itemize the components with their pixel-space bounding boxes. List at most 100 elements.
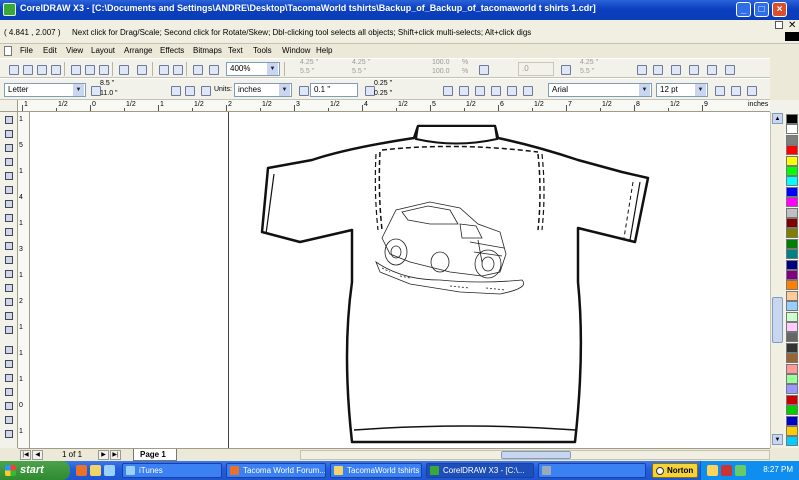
snap-guides-icon[interactable] bbox=[456, 83, 470, 97]
fill-tool-icon[interactable] bbox=[3, 310, 15, 322]
palette-swatch[interactable] bbox=[786, 249, 798, 260]
vertical-scroll-thumb[interactable] bbox=[772, 297, 783, 343]
paper-height-field[interactable]: 11.0 " bbox=[100, 90, 118, 97]
redo-icon[interactable] bbox=[134, 62, 148, 76]
palette-swatch[interactable] bbox=[786, 301, 798, 312]
palette-swatch[interactable] bbox=[786, 218, 798, 228]
convert-curves-icon[interactable] bbox=[722, 62, 736, 76]
palette-swatch[interactable] bbox=[786, 363, 798, 374]
start-button[interactable]: start bbox=[0, 461, 70, 480]
interactive-blend-tool-icon[interactable] bbox=[3, 268, 15, 280]
tab-page-1[interactable]: Page 1 bbox=[133, 449, 177, 461]
paste-icon[interactable] bbox=[96, 62, 110, 76]
menu-window[interactable]: Window bbox=[282, 46, 310, 55]
font-size-select[interactable]: 12 pt bbox=[656, 83, 708, 97]
palette-swatch[interactable] bbox=[786, 176, 798, 187]
palette-swatch[interactable] bbox=[786, 311, 798, 322]
bold-button[interactable] bbox=[712, 83, 726, 97]
snap-grid-icon[interactable] bbox=[440, 83, 454, 97]
save-icon[interactable] bbox=[34, 62, 48, 76]
import-icon[interactable] bbox=[156, 62, 170, 76]
task-coreldraw[interactable]: CorelDRAW X3 - [C:\... bbox=[426, 463, 534, 478]
options-icon[interactable] bbox=[520, 83, 534, 97]
cut-icon[interactable] bbox=[68, 62, 82, 76]
snap-objects-icon[interactable] bbox=[472, 83, 486, 97]
eyedropper-tool-icon[interactable] bbox=[3, 282, 15, 294]
app-launcher-icon[interactable] bbox=[190, 62, 204, 76]
zoom-width-icon[interactable] bbox=[3, 414, 15, 426]
smart-fill-tool-icon[interactable] bbox=[3, 184, 15, 196]
task-tacoma-forum[interactable]: Tacoma World Forum... bbox=[226, 463, 326, 478]
print-icon[interactable] bbox=[48, 62, 62, 76]
treat-as-filled-icon[interactable] bbox=[504, 83, 518, 97]
menu-view[interactable]: View bbox=[66, 46, 83, 55]
palette-swatch[interactable] bbox=[786, 394, 798, 405]
new-icon[interactable] bbox=[6, 62, 20, 76]
doc-close-icon[interactable]: ✕ bbox=[788, 21, 796, 31]
shape-tool-icon[interactable] bbox=[3, 128, 15, 140]
vertical-ruler[interactable]: 1 5 1 4 1 3 1 2 1 1 1 0 1 bbox=[18, 112, 30, 448]
close-button[interactable]: × bbox=[772, 2, 787, 17]
underline-button[interactable] bbox=[744, 83, 758, 97]
menu-arrange[interactable]: Arrange bbox=[124, 46, 152, 55]
zoom-out-icon[interactable] bbox=[3, 358, 15, 370]
tray-icon-3[interactable] bbox=[735, 465, 746, 476]
freehand-tool-icon[interactable] bbox=[3, 170, 15, 182]
quicklaunch-firefox-icon[interactable] bbox=[76, 465, 87, 476]
palette-swatch[interactable] bbox=[786, 114, 798, 124]
font-select[interactable]: Arial bbox=[548, 83, 652, 97]
export-icon[interactable] bbox=[170, 62, 184, 76]
ruler-corner[interactable] bbox=[0, 100, 18, 112]
palette-swatch[interactable] bbox=[786, 280, 798, 291]
palette-swatch[interactable] bbox=[786, 155, 798, 166]
maximize-button[interactable]: □ bbox=[754, 2, 769, 17]
tshirt-artwork[interactable] bbox=[30, 112, 770, 448]
zoom-selected-icon[interactable] bbox=[3, 372, 15, 384]
text-tool-icon[interactable] bbox=[3, 254, 15, 266]
horizontal-scrollbar[interactable] bbox=[300, 450, 770, 460]
menu-text[interactable]: Text bbox=[228, 46, 243, 55]
quicklaunch-folder-icon[interactable] bbox=[90, 465, 101, 476]
crop-tool-icon[interactable] bbox=[3, 142, 15, 154]
outline-tool-icon[interactable] bbox=[3, 296, 15, 308]
all-pages-icon[interactable] bbox=[198, 83, 212, 97]
zoom-in-icon[interactable] bbox=[3, 344, 15, 356]
vertical-scrollbar[interactable]: ▲ ▼ bbox=[770, 112, 784, 448]
lock-ratio-icon[interactable] bbox=[476, 62, 490, 76]
paper-type-select[interactable]: Letter bbox=[4, 83, 86, 97]
polygon-tool-icon[interactable] bbox=[3, 226, 15, 238]
copy-icon[interactable] bbox=[82, 62, 96, 76]
palette-swatch[interactable] bbox=[786, 384, 798, 395]
quicklaunch-ie-icon[interactable] bbox=[104, 465, 115, 476]
interactive-fill-tool-icon[interactable] bbox=[3, 324, 15, 336]
previous-page-button[interactable]: ◀ bbox=[32, 450, 43, 460]
wrap-icon[interactable] bbox=[634, 62, 648, 76]
menu-help[interactable]: Help bbox=[316, 46, 332, 55]
palette-swatch[interactable] bbox=[786, 405, 798, 416]
minimize-button[interactable]: _ bbox=[736, 2, 751, 17]
next-page-button[interactable]: ▶ bbox=[98, 450, 109, 460]
palette-swatch[interactable] bbox=[786, 238, 798, 249]
task-unlabeled[interactable] bbox=[538, 463, 646, 478]
document-icon[interactable] bbox=[4, 46, 12, 56]
ellipse-tool-icon[interactable] bbox=[3, 212, 15, 224]
horizontal-scroll-thumb[interactable] bbox=[501, 451, 571, 459]
palette-swatch[interactable] bbox=[786, 426, 798, 436]
zoom-height-icon[interactable] bbox=[3, 428, 15, 440]
norton-button[interactable]: Norton bbox=[652, 463, 698, 478]
menu-edit[interactable]: Edit bbox=[43, 46, 57, 55]
first-page-button[interactable]: |◀ bbox=[20, 450, 31, 460]
units-select[interactable]: inches bbox=[234, 83, 292, 97]
palette-swatch[interactable] bbox=[786, 342, 798, 353]
palette-swatch[interactable] bbox=[786, 124, 798, 135]
portrait-icon[interactable] bbox=[168, 83, 182, 97]
palette-swatch[interactable] bbox=[786, 353, 798, 364]
ungroup-icon[interactable] bbox=[704, 62, 718, 76]
duplicate-y-field[interactable]: 0.25 " bbox=[374, 90, 392, 97]
palette-swatch[interactable] bbox=[786, 197, 798, 208]
palette-swatch[interactable] bbox=[786, 332, 798, 343]
palette-swatch[interactable] bbox=[786, 134, 798, 145]
menu-effects[interactable]: Effects bbox=[160, 46, 184, 55]
paper-width-field[interactable]: 8.5 " bbox=[100, 80, 114, 87]
rectangle-tool-icon[interactable] bbox=[3, 198, 15, 210]
